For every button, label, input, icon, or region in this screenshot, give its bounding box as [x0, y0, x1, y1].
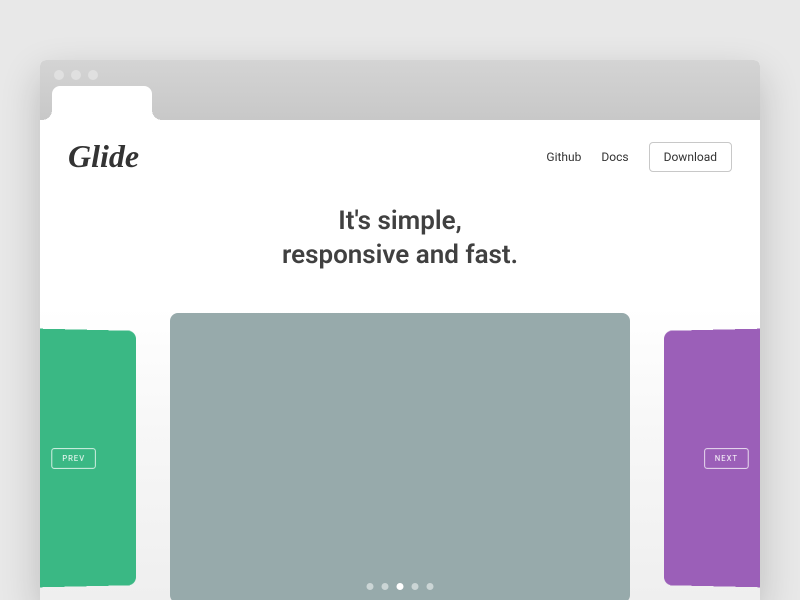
- main-nav: Github Docs Download: [546, 142, 732, 172]
- pagination-dots: [367, 583, 434, 590]
- slide-prev[interactable]: PREV: [40, 328, 136, 588]
- carousel: PREV NEXT: [40, 308, 760, 600]
- page-content: Glide Github Docs Download It's simple, …: [40, 120, 760, 600]
- slide-next[interactable]: NEXT: [664, 328, 760, 588]
- maximize-icon[interactable]: [88, 70, 98, 80]
- docs-link[interactable]: Docs: [601, 150, 628, 164]
- page-header: Glide Github Docs Download: [40, 120, 760, 193]
- dot-4[interactable]: [412, 583, 419, 590]
- download-button[interactable]: Download: [649, 142, 732, 172]
- window-controls: [54, 70, 98, 80]
- dot-3[interactable]: [397, 583, 404, 590]
- browser-chrome: [40, 60, 760, 120]
- dot-5[interactable]: [427, 583, 434, 590]
- minimize-icon[interactable]: [71, 70, 81, 80]
- logo: Glide: [68, 138, 139, 175]
- prev-button[interactable]: PREV: [51, 447, 95, 468]
- hero-title-line1: It's simple,: [40, 205, 760, 239]
- browser-window: Glide Github Docs Download It's simple, …: [40, 60, 760, 600]
- slide-active[interactable]: [170, 313, 630, 600]
- next-button[interactable]: NEXT: [704, 447, 749, 468]
- hero-title: It's simple, responsive and fast.: [40, 205, 760, 273]
- dot-2[interactable]: [382, 583, 389, 590]
- browser-tab[interactable]: [52, 86, 152, 120]
- dot-1[interactable]: [367, 583, 374, 590]
- github-link[interactable]: Github: [546, 150, 581, 164]
- close-icon[interactable]: [54, 70, 64, 80]
- hero-title-line2: responsive and fast.: [40, 239, 760, 273]
